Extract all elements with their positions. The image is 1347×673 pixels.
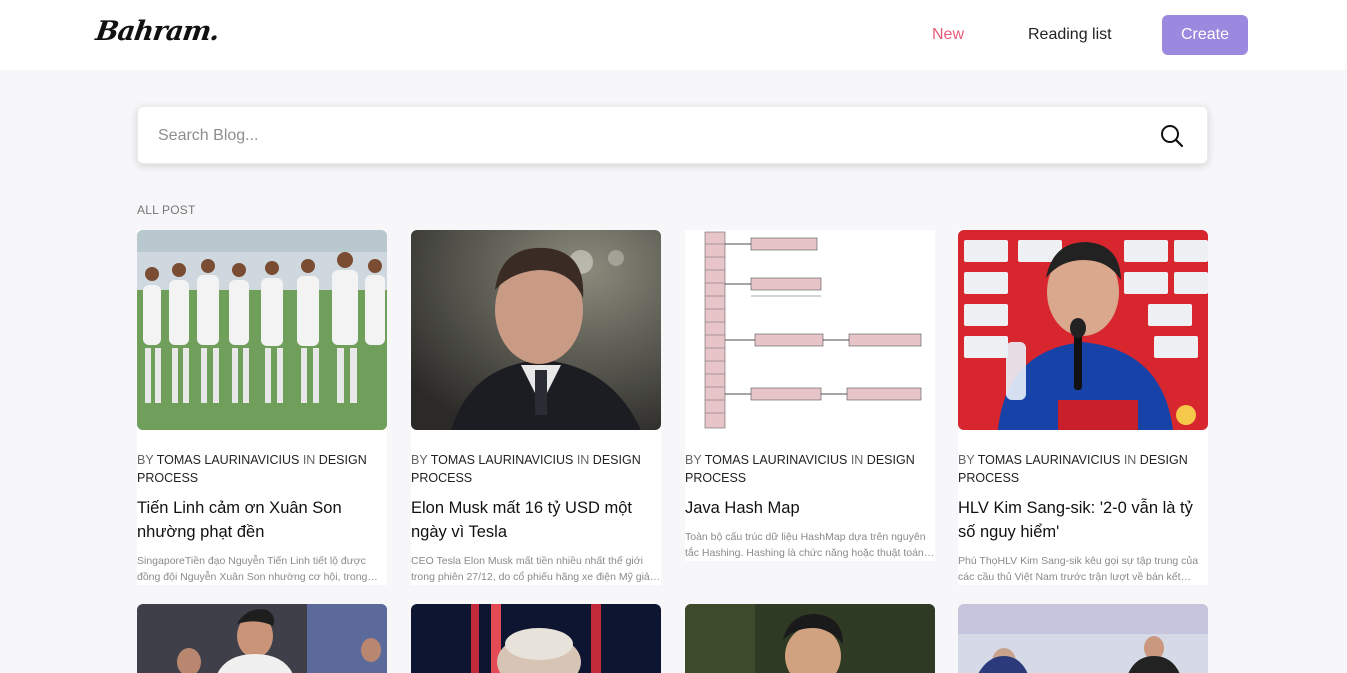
post-author[interactable]: TOMAS LAURINAVICIUS <box>431 453 574 467</box>
post-thumbnail[interactable] <box>685 230 935 430</box>
search-input[interactable] <box>158 121 1118 151</box>
post-thumbnail[interactable] <box>411 604 661 673</box>
post-author[interactable]: TOMAS LAURINAVICIUS <box>157 453 300 467</box>
post-thumbnail[interactable] <box>137 230 387 430</box>
post-title[interactable]: Elon Musk mất 16 tỷ USD một ngày vì Tesl… <box>411 496 661 544</box>
nav-reading-list-link[interactable]: Reading list <box>1028 26 1112 44</box>
post-excerpt: Phú ThọHLV Kim Sang-sik kêu gọi sự tập t… <box>958 555 1199 583</box>
nav-new-link[interactable]: New <box>932 26 964 44</box>
post-meta: BY TOMAS LAURINAVICIUS IN DESIGN PROCESS <box>137 453 367 485</box>
post-title[interactable]: Java Hash Map <box>685 496 935 520</box>
post-meta: BY TOMAS LAURINAVICIUS IN DESIGN PROCESS <box>958 453 1188 485</box>
site-logo[interactable]: Bahram. <box>94 16 221 47</box>
post-meta: BY TOMAS LAURINAVICIUS IN DESIGN PROCESS <box>411 453 641 485</box>
post-title[interactable]: Tiến Linh cảm ơn Xuân Son nhường phạt đề… <box>137 496 387 544</box>
create-button[interactable]: Create <box>1162 15 1248 55</box>
post-thumbnail[interactable] <box>958 604 1208 673</box>
search-icon[interactable] <box>1160 124 1184 148</box>
post-card[interactable]: BY TOMAS LAURINAVICIUS IN DESIGN PROCESS… <box>411 230 661 585</box>
section-label: ALL POST <box>137 203 196 217</box>
post-excerpt: Toàn bộ cấu trúc dữ liệu HashMap dựa trê… <box>685 531 926 559</box>
post-author[interactable]: TOMAS LAURINAVICIUS <box>705 453 848 467</box>
post-card[interactable]: BY TOMAS LAURINAVICIUS IN DESIGN PROCESS… <box>958 230 1208 585</box>
top-header: Bahram. New Reading list Create <box>0 0 1347 70</box>
post-excerpt: SingaporeTiền đạo Nguyễn Tiến Linh tiết … <box>137 555 368 583</box>
post-card[interactable]: BY TOMAS LAURINAVICIUS IN DESIGN PROCESS… <box>685 230 935 561</box>
post-author[interactable]: TOMAS LAURINAVICIUS <box>978 453 1121 467</box>
post-thumbnail[interactable] <box>411 230 661 430</box>
post-meta: BY TOMAS LAURINAVICIUS IN DESIGN PROCESS <box>685 453 915 485</box>
post-title[interactable]: HLV Kim Sang-sik: '2-0 vẫn là tỷ số nguy… <box>958 496 1208 544</box>
post-thumbnail[interactable] <box>685 604 935 673</box>
search-bar <box>137 106 1208 164</box>
post-thumbnail[interactable] <box>958 230 1208 430</box>
post-card[interactable]: BY TOMAS LAURINAVICIUS IN DESIGN PROCESS… <box>137 230 387 585</box>
post-excerpt: CEO Tesla Elon Musk mất tiền nhiều nhất … <box>411 555 659 583</box>
post-thumbnail[interactable] <box>137 604 387 673</box>
